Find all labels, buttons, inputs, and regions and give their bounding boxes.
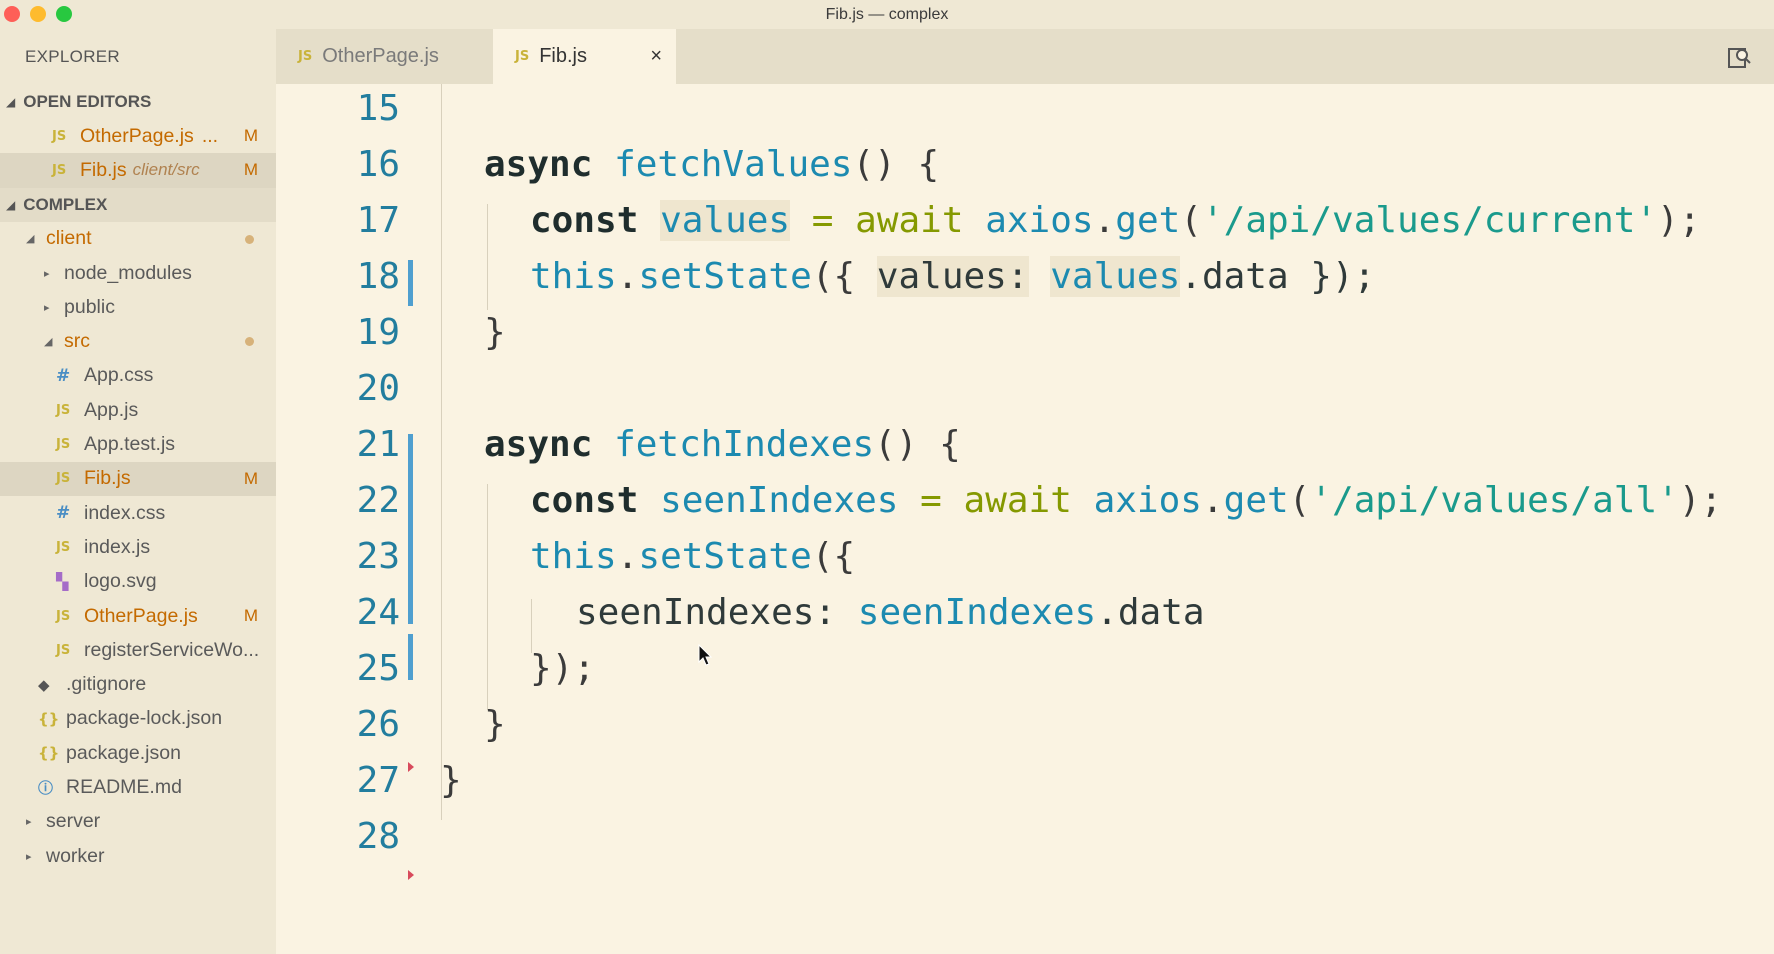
maximize-window-button[interactable]	[56, 6, 72, 22]
file-index-js[interactable]: JS index.js	[0, 530, 276, 564]
file-logo-svg[interactable]: ▚ logo.svg	[0, 565, 276, 599]
line-number: 15	[356, 87, 400, 129]
gutter-deletion-marker	[408, 762, 414, 772]
close-window-button[interactable]	[4, 6, 20, 22]
line-number: 27	[356, 759, 400, 801]
explorer-header: EXPLORER	[25, 47, 120, 66]
line-number: 25	[356, 647, 400, 689]
svg-file-icon: ▚	[56, 572, 69, 592]
mouse-cursor-icon	[698, 644, 713, 666]
tab-fib-js[interactable]: JS Fib.js ×	[493, 29, 676, 84]
js-file-icon: JS	[56, 608, 71, 624]
js-file-icon: JS	[56, 437, 71, 453]
code-line-21: 21 async fetchIndexes() {	[356, 423, 961, 465]
chevron-down-icon: ◢	[26, 233, 35, 246]
code-line-20: 20	[276, 360, 1774, 416]
file-otherpage-js[interactable]: JS OtherPage.js M	[0, 599, 276, 633]
window-title: Fib.js — complex	[825, 5, 949, 23]
code-line-15: 15	[276, 84, 1774, 136]
modified-dot	[245, 234, 254, 244]
file-app-js[interactable]: JS App.js	[0, 393, 276, 427]
explorer-sidebar: EXPLORER ◢ OPEN EDITORS JS OtherPage.js …	[0, 29, 276, 954]
line-number: 26	[356, 703, 400, 745]
tab-bar: JS OtherPage.js JS Fib.js ×	[276, 29, 1774, 84]
git-file-icon: ◆	[38, 675, 50, 694]
css-file-icon: #	[56, 365, 71, 386]
code-line-24: 24 seenIndexes: seenIndexes.data	[356, 591, 1205, 633]
code-line-26: 26 }	[356, 703, 506, 745]
open-editor-fib[interactable]: JS Fib.js client/src M	[0, 153, 276, 188]
chevron-right-icon: ▸	[26, 816, 32, 829]
line-number: 17	[356, 199, 400, 241]
line-number: 24	[356, 591, 400, 633]
js-file-icon: JS	[298, 49, 313, 64]
modified-dot	[245, 337, 254, 347]
css-file-icon: #	[56, 503, 71, 524]
folder-worker[interactable]: ▸ worker	[0, 839, 276, 873]
code-editor[interactable]: 15 16 async fetchValues() { 17 const val…	[276, 84, 1774, 954]
collapse-triangle-icon: ◢	[6, 95, 16, 109]
js-file-icon: JS	[52, 162, 67, 178]
line-number: 22	[356, 479, 400, 521]
open-changes-icon[interactable]	[1726, 44, 1752, 70]
code-line-17: 17 const values = await axios.get('/api/…	[356, 199, 1701, 241]
js-file-icon: JS	[56, 471, 71, 487]
folder-node-modules[interactable]: ▸ node_modules	[0, 256, 276, 290]
folder-public[interactable]: ▸ public	[0, 290, 276, 324]
line-number: 19	[356, 311, 400, 353]
file-gitignore[interactable]: ◆ .gitignore	[0, 667, 276, 701]
file-package-lock-json[interactable]: {} package-lock.json	[0, 702, 276, 736]
code-line-16: 16 async fetchValues() {	[356, 143, 940, 185]
open-editors-section[interactable]: ◢ OPEN EDITORS	[0, 85, 276, 119]
code-line-25: 25 });	[356, 647, 596, 689]
folder-src[interactable]: ◢ src	[0, 324, 276, 358]
json-file-icon: {}	[38, 709, 60, 728]
js-file-icon: JS	[515, 49, 530, 64]
minimize-window-button[interactable]	[30, 6, 46, 22]
folder-server[interactable]: ▸ server	[0, 805, 276, 839]
window-controls	[4, 6, 72, 22]
js-file-icon: JS	[52, 128, 67, 144]
chevron-right-icon: ▸	[44, 301, 50, 314]
close-tab-icon[interactable]: ×	[650, 45, 662, 68]
chevron-down-icon: ◢	[44, 336, 53, 349]
gutter-deletion-marker	[408, 870, 414, 880]
tab-otherpage-js[interactable]: JS OtherPage.js	[276, 29, 493, 84]
line-number: 28	[356, 815, 400, 857]
code-line-19: 19 }	[356, 311, 506, 353]
modified-badge: M	[243, 126, 258, 146]
chevron-right-icon: ▸	[44, 267, 50, 280]
line-number: 20	[356, 367, 400, 409]
code-line-27: 27 }	[356, 759, 462, 801]
file-app-test-js[interactable]: JS App.test.js	[0, 427, 276, 461]
file-fib-js[interactable]: JS Fib.js M	[0, 461, 276, 496]
folder-client[interactable]: ◢ client	[0, 222, 276, 256]
collapse-triangle-icon: ◢	[6, 197, 16, 212]
code-line-23: 23 this.setState({	[356, 535, 856, 577]
js-file-icon: JS	[56, 642, 71, 658]
info-file-icon: ⓘ	[38, 778, 54, 797]
project-section[interactable]: ◢ COMPLEX	[0, 187, 276, 222]
chevron-right-icon: ▸	[26, 850, 32, 863]
code-line-28: 28	[276, 808, 1774, 864]
title-bar: Fib.js — complex	[0, 0, 1774, 29]
modified-badge: M	[243, 606, 258, 625]
js-file-icon: JS	[56, 539, 71, 555]
code-line-18: 18 this.setState({ values: values.data }…	[356, 255, 1376, 297]
file-app-css[interactable]: # App.css	[0, 359, 276, 393]
js-file-icon: JS	[56, 402, 71, 418]
file-package-json[interactable]: {} package.json	[0, 736, 276, 770]
modified-badge: M	[243, 468, 258, 488]
modified-badge: M	[243, 160, 258, 180]
file-index-css[interactable]: # index.css	[0, 496, 276, 530]
line-number: 23	[356, 535, 400, 577]
open-editor-otherpage[interactable]: JS OtherPage.js ... M	[0, 119, 276, 153]
json-file-icon: {}	[38, 744, 60, 763]
line-number: 16	[356, 143, 400, 185]
file-readme[interactable]: ⓘ README.md	[0, 770, 276, 804]
file-register-service-worker[interactable]: JS registerServiceWo...	[0, 633, 276, 667]
code-line-22: 22 const seenIndexes = await axios.get('…	[356, 479, 1723, 521]
line-number: 18	[356, 255, 400, 297]
line-number: 21	[356, 423, 400, 465]
